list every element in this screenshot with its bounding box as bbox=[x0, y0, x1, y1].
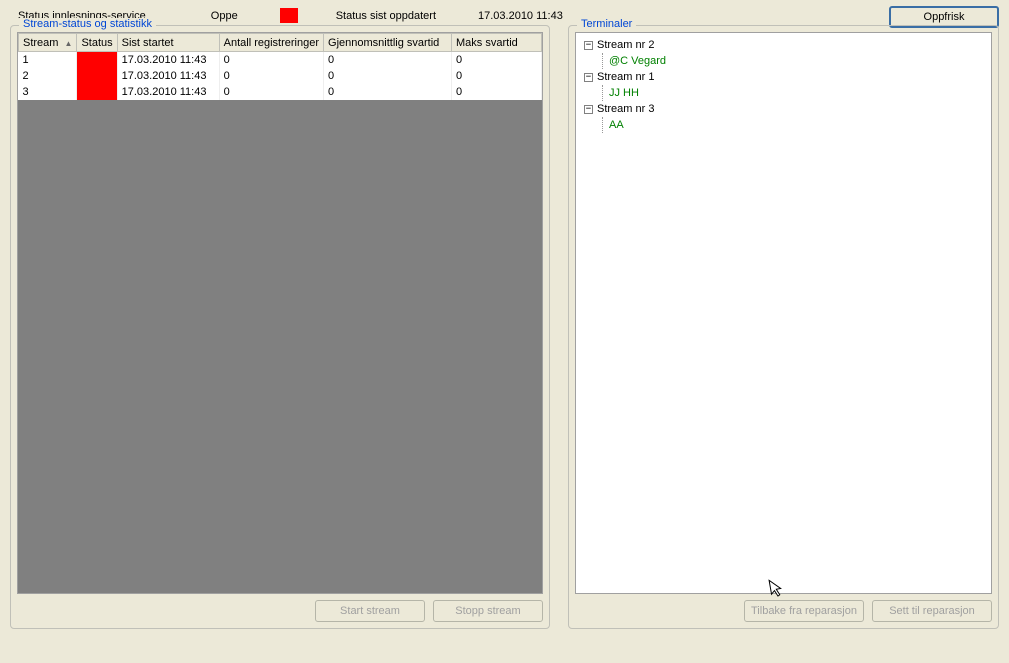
tree-node[interactable]: − Stream nr 1 bbox=[584, 69, 989, 85]
cell-stream: 3 bbox=[19, 84, 77, 100]
cell-avg: 0 bbox=[324, 52, 452, 68]
terminals-tree[interactable]: − Stream nr 2 @C Vegard − Stream nr 1 JJ… bbox=[575, 32, 992, 594]
table-row[interactable]: 1 17.03.2010 11:43 0 0 0 bbox=[19, 52, 542, 68]
status-updated-label: Status sist oppdatert bbox=[336, 10, 436, 22]
table-row[interactable]: 3 17.03.2010 11:43 0 0 0 bbox=[19, 84, 542, 100]
cell-started: 17.03.2010 11:43 bbox=[117, 68, 219, 84]
col-registrations[interactable]: Antall registreringer bbox=[219, 34, 323, 52]
tree-collapse-icon[interactable]: − bbox=[584, 105, 593, 114]
cell-reg: 0 bbox=[219, 84, 323, 100]
status-updated-value: 17.03.2010 11:43 bbox=[478, 10, 563, 22]
tree-collapse-icon[interactable]: − bbox=[584, 41, 593, 50]
terminals-legend: Terminaler bbox=[577, 18, 636, 30]
tree-collapse-icon[interactable]: − bbox=[584, 73, 593, 82]
cell-started: 17.03.2010 11:43 bbox=[117, 84, 219, 100]
tree-child-label: AA bbox=[609, 119, 624, 131]
cell-status-swatch bbox=[77, 84, 117, 100]
col-max-response[interactable]: Maks svartid bbox=[452, 34, 542, 52]
tree-node[interactable]: − Stream nr 3 bbox=[584, 101, 989, 117]
col-started[interactable]: Sist startet bbox=[117, 34, 219, 52]
col-avg-response[interactable]: Gjennomsnittlig svartid bbox=[324, 34, 452, 52]
stream-status-legend: Stream-status og statistikk bbox=[19, 18, 156, 30]
cell-started: 17.03.2010 11:43 bbox=[117, 52, 219, 68]
tree-child-label: @C Vegard bbox=[609, 55, 666, 67]
back-from-repair-button[interactable]: Tilbake fra reparasjon bbox=[744, 600, 864, 622]
stream-status-panel: Stream-status og statistikk Stream ▲ Sta… bbox=[10, 25, 550, 629]
col-stream-label: Stream bbox=[23, 37, 58, 49]
cell-avg: 0 bbox=[324, 84, 452, 100]
tree-child[interactable]: @C Vegard bbox=[602, 53, 989, 69]
cell-max: 0 bbox=[452, 52, 542, 68]
cell-stream: 1 bbox=[19, 52, 77, 68]
cell-reg: 0 bbox=[219, 68, 323, 84]
stop-stream-button[interactable]: Stopp stream bbox=[433, 600, 543, 622]
terminals-panel: Terminaler − Stream nr 2 @C Vegard − Str… bbox=[568, 25, 999, 629]
tree-node-label: Stream nr 1 bbox=[597, 71, 654, 83]
tree-child-label: JJ HH bbox=[609, 87, 639, 99]
stream-grid[interactable]: Stream ▲ Status Sist startet Antall regi… bbox=[17, 32, 543, 594]
cell-reg: 0 bbox=[219, 52, 323, 68]
col-stream[interactable]: Stream ▲ bbox=[19, 34, 77, 52]
tree-child[interactable]: JJ HH bbox=[602, 85, 989, 101]
cell-status-swatch bbox=[77, 52, 117, 68]
cell-status-swatch bbox=[77, 68, 117, 84]
col-status[interactable]: Status bbox=[77, 34, 117, 52]
tree-line-icon bbox=[602, 117, 603, 133]
cell-avg: 0 bbox=[324, 68, 452, 84]
tree-line-icon bbox=[602, 85, 603, 101]
service-status-value: Oppe bbox=[211, 10, 238, 22]
cell-stream: 2 bbox=[19, 68, 77, 84]
table-row[interactable]: 2 17.03.2010 11:43 0 0 0 bbox=[19, 68, 542, 84]
tree-child[interactable]: AA bbox=[602, 117, 989, 133]
sort-asc-icon: ▲ bbox=[65, 39, 73, 48]
tree-node[interactable]: − Stream nr 2 bbox=[584, 37, 989, 53]
send-to-repair-button[interactable]: Sett til reparasjon bbox=[872, 600, 992, 622]
tree-node-label: Stream nr 2 bbox=[597, 39, 654, 51]
cell-max: 0 bbox=[452, 68, 542, 84]
grid-header-row: Stream ▲ Status Sist startet Antall regi… bbox=[19, 34, 542, 52]
start-stream-button[interactable]: Start stream bbox=[315, 600, 425, 622]
tree-line-icon bbox=[602, 53, 603, 69]
tree-node-label: Stream nr 3 bbox=[597, 103, 654, 115]
cell-max: 0 bbox=[452, 84, 542, 100]
service-status-swatch bbox=[280, 8, 298, 23]
